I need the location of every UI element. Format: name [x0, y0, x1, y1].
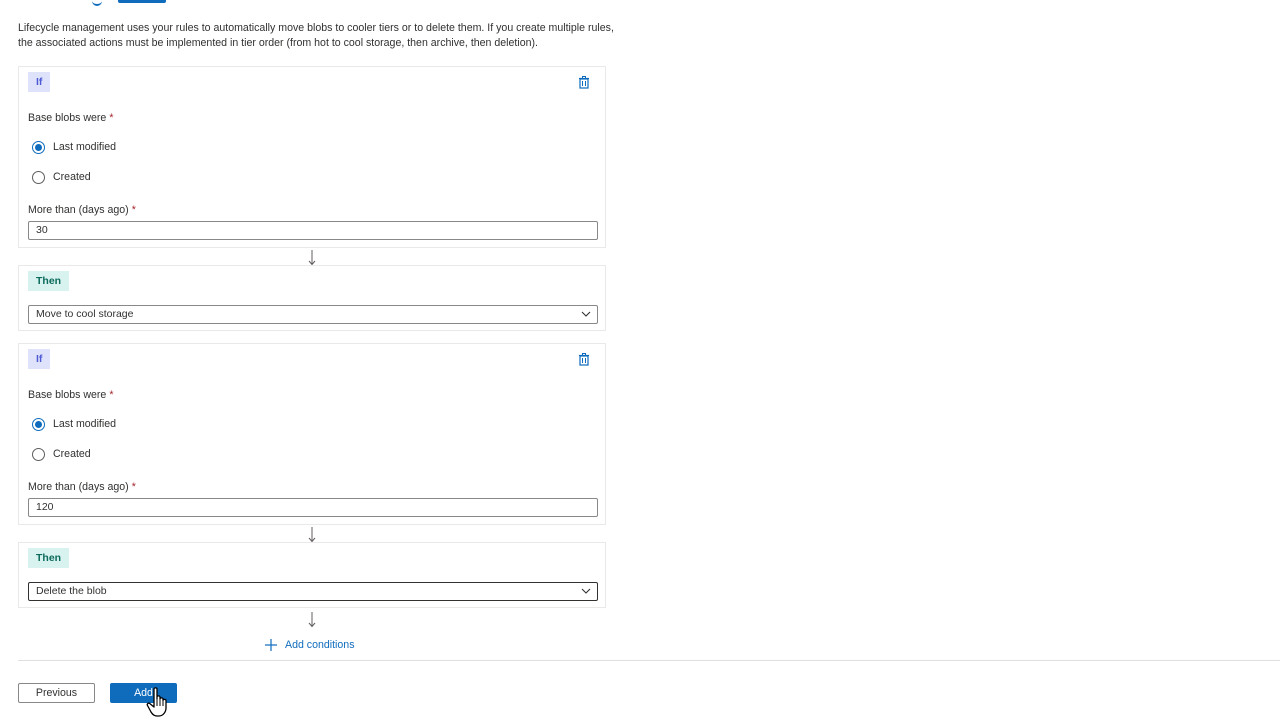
- action-dropdown-value: Move to cool storage: [36, 308, 134, 320]
- intro-description: Lifecycle management uses your rules to …: [18, 22, 614, 49]
- base-blobs-label: Base blobs were *: [28, 112, 113, 124]
- then-tag: Then: [28, 548, 70, 568]
- required-asterisk: *: [131, 204, 136, 216]
- if-block-2: If Base blobs were * Last modified Create…: [18, 343, 606, 525]
- if-tag: If: [28, 72, 51, 92]
- days-input[interactable]: 30: [28, 221, 598, 240]
- radio-label: Last modified: [53, 418, 117, 430]
- days-label-text: More than (days ago): [28, 204, 129, 216]
- arrow-down-icon: [308, 527, 316, 543]
- add-conditions-label: Add conditions: [285, 639, 355, 651]
- lifecycle-rule-page: Lifecycle management uses your rules to …: [0, 0, 1280, 720]
- radio-button[interactable]: [32, 170, 45, 184]
- radio-created[interactable]: Created: [32, 446, 91, 462]
- days-input[interactable]: 120: [28, 498, 598, 517]
- action-dropdown-value: Delete the blob: [36, 585, 107, 597]
- required-asterisk: *: [109, 112, 114, 124]
- days-label: More than (days ago) *: [28, 481, 136, 493]
- hand-pointer-icon: [146, 687, 167, 717]
- chevron-down-icon: [581, 311, 591, 317]
- radio-last-modified[interactable]: Last modified: [32, 416, 116, 432]
- required-asterisk: *: [131, 481, 136, 493]
- chevron-down-icon: [581, 588, 591, 594]
- radio-created[interactable]: Created: [32, 169, 91, 185]
- base-blobs-label: Base blobs were *: [28, 389, 113, 401]
- trash-icon[interactable]: [577, 75, 591, 89]
- previous-button[interactable]: Previous: [18, 683, 95, 703]
- action-dropdown[interactable]: Delete the blob: [28, 582, 598, 601]
- then-block-2: Then Delete the blob: [18, 542, 606, 608]
- arrow-down-icon: [308, 250, 316, 266]
- days-label-text: More than (days ago): [28, 481, 129, 493]
- then-tag: Then: [28, 271, 70, 291]
- required-asterisk: *: [109, 389, 114, 401]
- radio-label: Created: [53, 171, 91, 183]
- if-block-1: If Base blobs were * Last modified Create…: [18, 66, 606, 248]
- footer-divider: [18, 660, 1280, 661]
- trash-icon[interactable]: [577, 352, 591, 366]
- action-dropdown[interactable]: Move to cool storage: [28, 305, 598, 324]
- plus-icon: [265, 639, 277, 651]
- arrow-down-icon: [308, 612, 316, 628]
- base-blobs-label-text: Base blobs were: [28, 112, 107, 124]
- radio-button-checked[interactable]: [32, 140, 45, 154]
- tab-indicator-partial: [92, 0, 102, 6]
- base-blobs-label-text: Base blobs were: [28, 389, 107, 401]
- days-label: More than (days ago) *: [28, 204, 136, 216]
- radio-label: Last modified: [53, 141, 117, 153]
- then-block-1: Then Move to cool storage: [18, 265, 606, 331]
- active-tab-indicator: [118, 0, 166, 3]
- radio-label: Created: [53, 448, 91, 460]
- if-tag: If: [28, 349, 51, 369]
- radio-last-modified[interactable]: Last modified: [32, 139, 116, 155]
- add-conditions-link[interactable]: Add conditions: [264, 638, 355, 652]
- radio-button[interactable]: [32, 447, 45, 461]
- radio-button-checked[interactable]: [32, 417, 45, 431]
